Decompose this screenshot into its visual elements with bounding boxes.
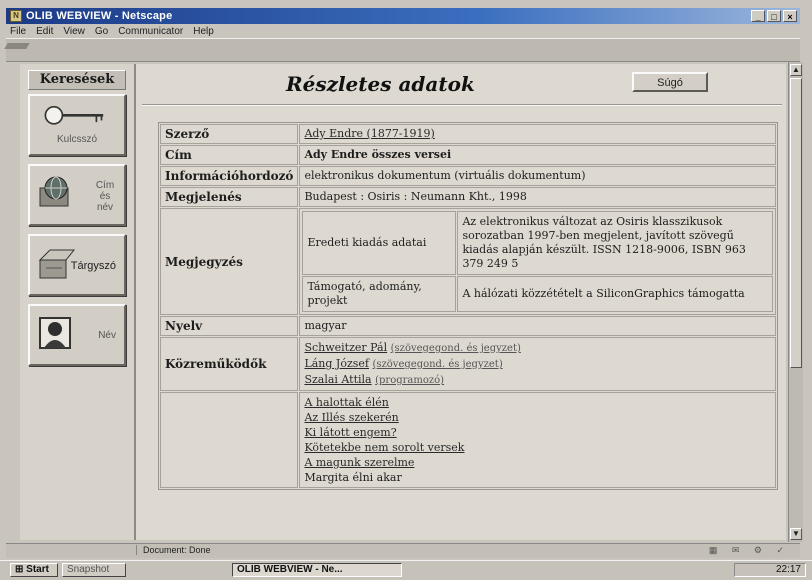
sidebar-heading: Keresések [28,70,126,90]
contents-list: A halottak élén Az Illés szekerén Ki lát… [299,392,776,488]
window-controls: _ □ × [751,10,797,22]
field-label: Információhordozó [160,166,299,186]
content-link[interactable]: Margita élni akar [304,471,401,484]
menu-communicator[interactable]: Communicator [118,26,183,37]
start-label: Start [26,564,49,575]
note-row: Támogató, adomány, projekt A hálózati kö… [302,276,773,312]
note-value: Az elektronikus változat az Osiris klass… [457,211,773,275]
title-value: Ady Endre összes versei [299,145,776,165]
system-tray: 22:17 [734,563,806,577]
sidebar-item-label: Kulcsszó [56,134,97,145]
medium-value: elektronikus dokumentum (virtuális dokum… [299,166,776,186]
scroll-down-icon[interactable]: ▼ [790,528,802,540]
portrait-icon [39,317,71,349]
field-label [160,392,299,488]
contributor-role: (szövegegond. és jegyzet) [390,343,521,354]
table-row: Megjegyzés Eredeti kiadás adatai Az elek… [160,208,776,315]
start-button[interactable]: ⊞ Start [10,563,58,577]
minimize-button[interactable]: _ [751,10,765,22]
divider [142,104,782,106]
menu-go[interactable]: Go [95,26,108,37]
published-value: Budapest : Osiris : Neumann Kht., 1998 [299,187,776,207]
quick-launch-button[interactable]: Snapshot [62,563,126,577]
status-icons: ▦ ✉ ⚙ ✓ [708,545,790,555]
table-row: Közreműködők Schweitzer Pál (szövegegond… [160,337,776,391]
language-value: magyar [299,316,776,336]
note-label: Eredeti kiadás adatai [302,211,457,275]
toolbar-strip [4,38,800,62]
vertical-scrollbar[interactable]: ▲ ▼ [788,62,803,542]
status-text: Document: Done [136,545,211,555]
menu-bar: File Edit View Go Communicator Help [6,24,804,38]
table-row: Nyelv magyar [160,316,776,336]
maximize-button[interactable]: □ [767,10,781,22]
table-row: Információhordozó elektronikus dokumentu… [160,166,776,186]
window-titlebar: N OLIB WEBVIEW - Netscape _ □ × [6,8,800,24]
field-label: Nyelv [160,316,299,336]
field-label: Közreműködők [160,337,299,391]
table-row: Szerző Ady Endre (1877-1919) [160,124,776,144]
note-label: Támogató, adomány, projekt [302,276,457,312]
sidebar-item-label: Név [98,330,116,341]
globe-book-icon [39,176,69,207]
table-row: Megjelenés Budapest : Osiris : Neumann K… [160,187,776,207]
table-row: A halottak élén Az Illés szekerén Ki lát… [160,392,776,488]
field-label: Megjelenés [160,187,299,207]
contributor-item: Láng József (szövegegond. és jegyzet) [304,356,771,372]
contributor-link[interactable]: Láng József [304,357,369,370]
clock: 22:17 [775,564,801,575]
toolbar-grip[interactable] [4,43,30,49]
search-sidebar: Keresések Kulcsszó Cím és név Tárgyszó N… [20,64,136,540]
contributor-item: Schweitzer Pál (szövegegond. és jegyzet) [304,340,771,356]
menu-edit[interactable]: Edit [36,26,53,37]
key-icon [44,105,104,125]
content-link[interactable]: Ki látott engem? [304,426,396,439]
content-link[interactable]: A halottak élén [304,396,388,409]
help-button[interactable]: Súgó [632,72,708,92]
contributor-role: (szövegegond. és jegyzet) [372,359,503,370]
menu-file[interactable]: File [10,26,26,37]
contributor-item: Szalai Attila (programozó) [304,372,771,388]
sidebar-item-keyword[interactable]: Kulcsszó [28,94,126,156]
window-title: OLIB WEBVIEW - Netscape [26,10,173,22]
sidebar-item-title-name[interactable]: Cím és név [28,164,126,226]
note-table: Eredeti kiadás adatai Az elektronikus vá… [301,210,774,313]
status-bar: Document: Done ▦ ✉ ⚙ ✓ [6,543,800,558]
content-link[interactable]: Az Illés szekerén [304,411,398,424]
content-link[interactable]: Kötetekbe nem sorolt versek [304,441,464,454]
field-label: Szerző [160,124,299,144]
scroll-up-icon[interactable]: ▲ [790,64,802,76]
taskbar: ⊞ Start Snapshot OLIB WEBVIEW - Ne... 22… [0,560,812,580]
windows-logo-icon: ⊞ [15,564,24,575]
contributor-role: (programozó) [375,375,445,386]
menu-help[interactable]: Help [193,26,214,37]
contributor-link[interactable]: Schweitzer Pál [304,341,387,354]
sidebar-item-name[interactable]: Név [28,304,126,366]
sidebar-item-subject[interactable]: Tárgyszó [28,234,126,296]
author-link[interactable]: Ady Endre (1877-1919) [304,127,434,140]
table-row: Cím Ady Endre összes versei [160,145,776,165]
contributor-link[interactable]: Szalai Attila [304,373,371,386]
menu-view[interactable]: View [63,26,85,37]
details-frame: Részletes adatok Súgó Szerző Ady Endre (… [136,64,786,540]
note-value: A hálózati közzétételt a SiliconGraphics… [457,276,773,312]
close-button[interactable]: × [783,10,797,22]
contributors-list: Schweitzer Pál (szövegegond. és jegyzet)… [299,337,776,391]
scroll-thumb[interactable] [790,78,802,368]
sidebar-item-label: Cím és név [95,180,115,213]
content-link[interactable]: A magunk szerelme [304,456,414,469]
netscape-icon: N [10,10,22,22]
field-label: Megjegyzés [160,208,299,315]
record-details-table: Szerző Ady Endre (1877-1919) Cím Ady End… [158,122,778,490]
page-title: Részletes adatok [286,72,475,96]
field-label: Cím [160,145,299,165]
sidebar-item-label: Tárgyszó [70,260,116,272]
taskbar-task-olib[interactable]: OLIB WEBVIEW - Ne... [232,563,402,577]
note-row: Eredeti kiadás adatai Az elektronikus vá… [302,211,773,275]
